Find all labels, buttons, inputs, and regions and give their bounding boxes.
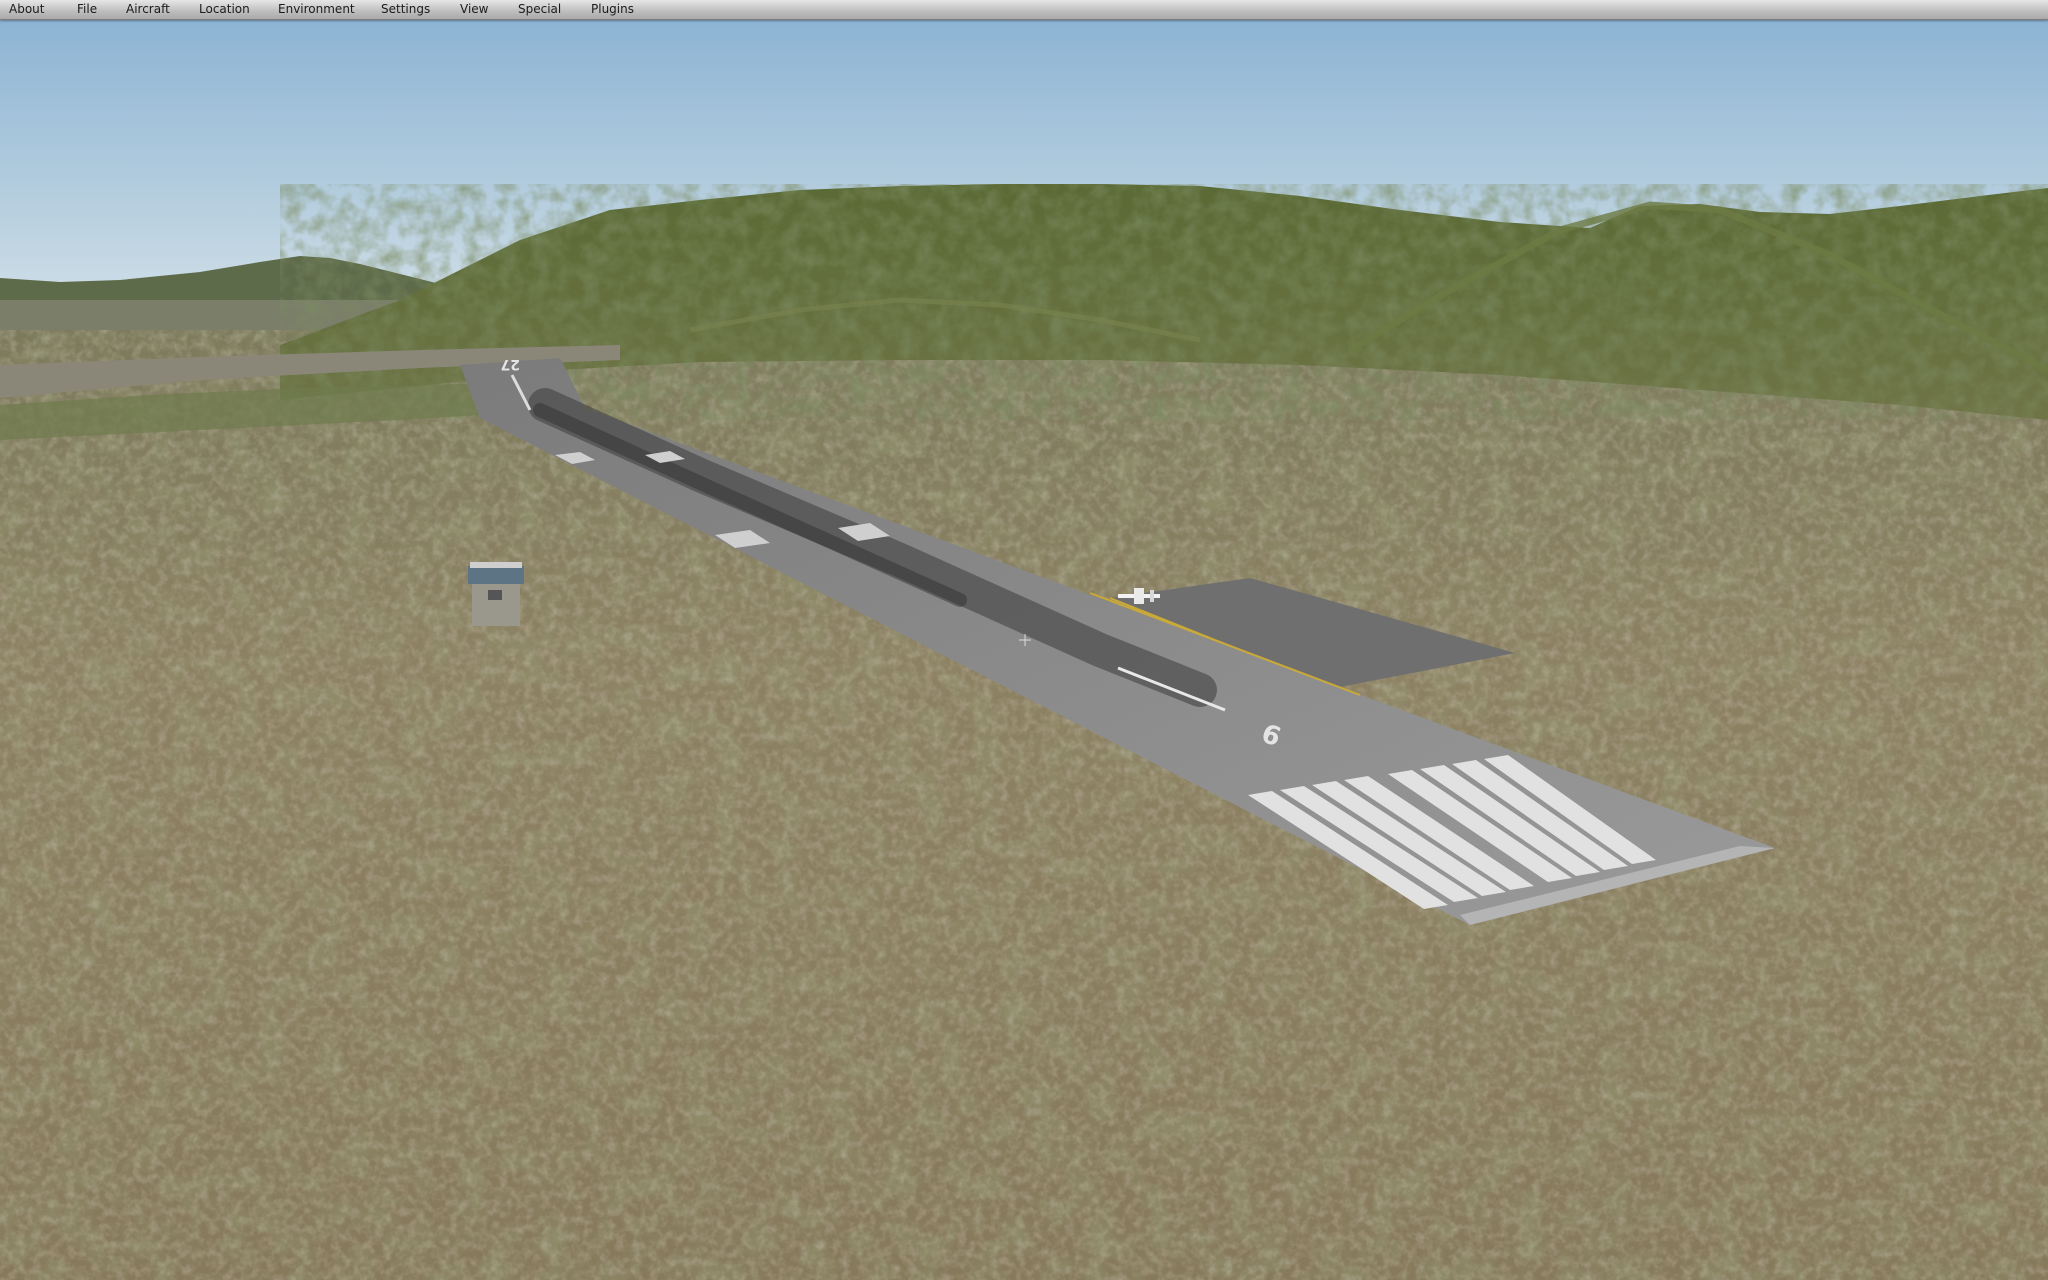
menu-view[interactable]: View [460,0,488,19]
menu-environment[interactable]: Environment [278,0,355,19]
menu-about[interactable]: About [9,0,44,19]
runway-number-far: 27 [501,356,520,372]
menu-special[interactable]: Special [518,0,561,19]
menu-plugins[interactable]: Plugins [591,0,634,19]
control-tower [468,562,524,626]
menu-file[interactable]: File [77,0,97,19]
menu-aircraft[interactable]: Aircraft [126,0,170,19]
flight-sim-window: About File Aircraft Location Environment… [0,0,2048,1280]
3d-scene-view[interactable]: 9 27 [0,20,2048,1280]
menu-settings[interactable]: Settings [381,0,430,19]
menu-location[interactable]: Location [199,0,250,19]
menu-bar: About File Aircraft Location Environment… [0,0,2048,20]
terrain-texture-rocks [0,330,2048,1280]
